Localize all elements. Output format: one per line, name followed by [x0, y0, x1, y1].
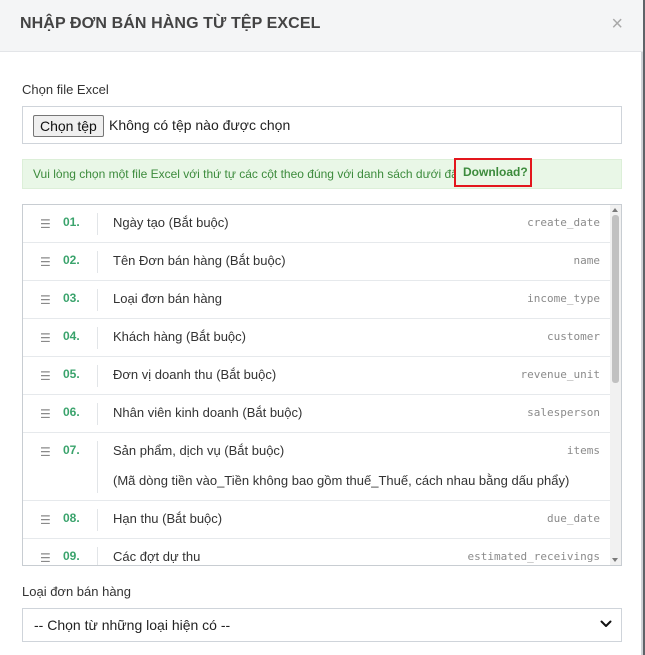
row-number: 01. [63, 215, 80, 229]
list-scrollbar[interactable] [610, 205, 621, 565]
drag-handle-icon[interactable]: ☰ [40, 445, 51, 459]
row-divider [97, 403, 98, 425]
row-key: due_date [547, 512, 600, 525]
list-item[interactable]: ☰ 06. Nhân viên kinh doanh (Bắt buộc) sa… [23, 395, 611, 433]
order-type-select-value: -- Chọn từ những loại hiện có -- [34, 617, 231, 633]
drag-handle-icon[interactable]: ☰ [40, 293, 51, 307]
alert-text: Vui lòng chọn một file Excel với thứ tự … [33, 167, 467, 181]
download-link[interactable]: Download? [454, 158, 532, 187]
list-item[interactable]: ☰ 04. Khách hàng (Bắt buộc) customer [23, 319, 611, 357]
row-number: 05. [63, 367, 80, 381]
list-item[interactable]: ☰ 07. Sản phẩm, dịch vụ (Bắt buộc) (Mã d… [23, 433, 611, 501]
row-label: Sản phẩm, dịch vụ (Bắt buộc) [113, 443, 285, 458]
row-divider [97, 327, 98, 349]
import-sales-order-modal: NHẬP ĐƠN BÁN HÀNG TỪ TỆP EXCEL × Chọn fi… [0, 0, 643, 655]
row-label: Loại đơn bán hàng [113, 291, 223, 306]
row-number: 02. [63, 253, 80, 267]
drag-handle-icon[interactable]: ☰ [40, 331, 51, 345]
modal-header: NHẬP ĐƠN BÁN HÀNG TỪ TỆP EXCEL × [0, 0, 643, 52]
choose-file-button[interactable]: Chọn tệp [33, 115, 104, 137]
row-divider [97, 547, 98, 565]
list-item[interactable]: ☰ 05. Đơn vị doanh thu (Bắt buộc) revenu… [23, 357, 611, 395]
row-key: estimated_receivings [467, 550, 600, 563]
drag-handle-icon[interactable]: ☰ [40, 217, 51, 231]
file-input[interactable]: Chọn tệp Không có tệp nào được chọn [22, 106, 622, 144]
row-description: (Mã dòng tiền vào_Tiền không bao gồm thu… [113, 473, 570, 488]
row-divider [97, 251, 98, 273]
order-type-select[interactable]: -- Chọn từ những loại hiện có -- [22, 608, 622, 642]
row-label: Nhân viên kinh doanh (Bắt buộc) [113, 405, 303, 420]
row-label: Đơn vị doanh thu (Bắt buộc) [113, 367, 277, 382]
drag-handle-icon[interactable]: ☰ [40, 407, 51, 421]
scroll-up-icon[interactable] [612, 208, 618, 212]
info-alert: Vui lòng chọn một file Excel với thứ tự … [22, 158, 622, 189]
drag-handle-icon[interactable]: ☰ [40, 513, 51, 527]
row-label: Khách hàng (Bắt buộc) [113, 329, 246, 344]
close-icon[interactable]: × [611, 12, 623, 36]
row-key: income_type [527, 292, 600, 305]
row-divider [97, 213, 98, 235]
list-item[interactable]: ☰ 08. Hạn thu (Bắt buộc) due_date [23, 501, 611, 539]
row-key: items [566, 444, 600, 457]
row-key: salesperson [527, 406, 600, 419]
list-item[interactable]: ☰ 03. Loại đơn bán hàng income_type [23, 281, 611, 319]
row-number: 04. [63, 329, 80, 343]
file-status: Không có tệp nào được chọn [109, 117, 291, 133]
order-type-label: Loại đơn bán hàng [22, 584, 132, 599]
row-label: Hạn thu (Bắt buộc) [113, 511, 223, 526]
row-label: Các đợt dự thu [113, 549, 201, 564]
list-item[interactable]: ☰ 09. Các đợt dự thu estimated_receiving… [23, 539, 611, 565]
row-label: Ngày tạo (Bắt buộc) [113, 215, 229, 230]
row-number: 03. [63, 291, 80, 305]
chevron-down-icon [600, 620, 612, 627]
row-divider [97, 441, 98, 493]
column-order-list: ☰ 01. Ngày tạo (Bắt buộc) create_date ☰ … [22, 204, 622, 566]
drag-handle-icon[interactable]: ☰ [40, 551, 51, 565]
row-number: 08. [63, 511, 80, 525]
row-label: Tên Đơn bán hàng (Bắt buộc) [113, 253, 286, 268]
row-divider [97, 289, 98, 311]
list-item[interactable]: ☰ 02. Tên Đơn bán hàng (Bắt buộc) name [23, 243, 611, 281]
drag-handle-icon[interactable]: ☰ [40, 369, 51, 383]
row-number: 07. [63, 443, 80, 457]
row-key: create_date [527, 216, 600, 229]
row-key: name [573, 254, 601, 267]
scroll-down-icon[interactable] [612, 558, 618, 562]
modal-title: NHẬP ĐƠN BÁN HÀNG TỪ TỆP EXCEL [20, 15, 321, 32]
row-key: customer [547, 330, 600, 343]
drag-handle-icon[interactable]: ☰ [40, 255, 51, 269]
list-item[interactable]: ☰ 01. Ngày tạo (Bắt buộc) create_date [23, 205, 611, 243]
row-divider [97, 365, 98, 387]
file-label: Chọn file Excel [22, 82, 109, 97]
row-key: revenue_unit [520, 368, 600, 381]
row-number: 09. [63, 549, 80, 563]
scroll-thumb[interactable] [612, 215, 619, 383]
row-divider [97, 509, 98, 531]
row-number: 06. [63, 405, 80, 419]
